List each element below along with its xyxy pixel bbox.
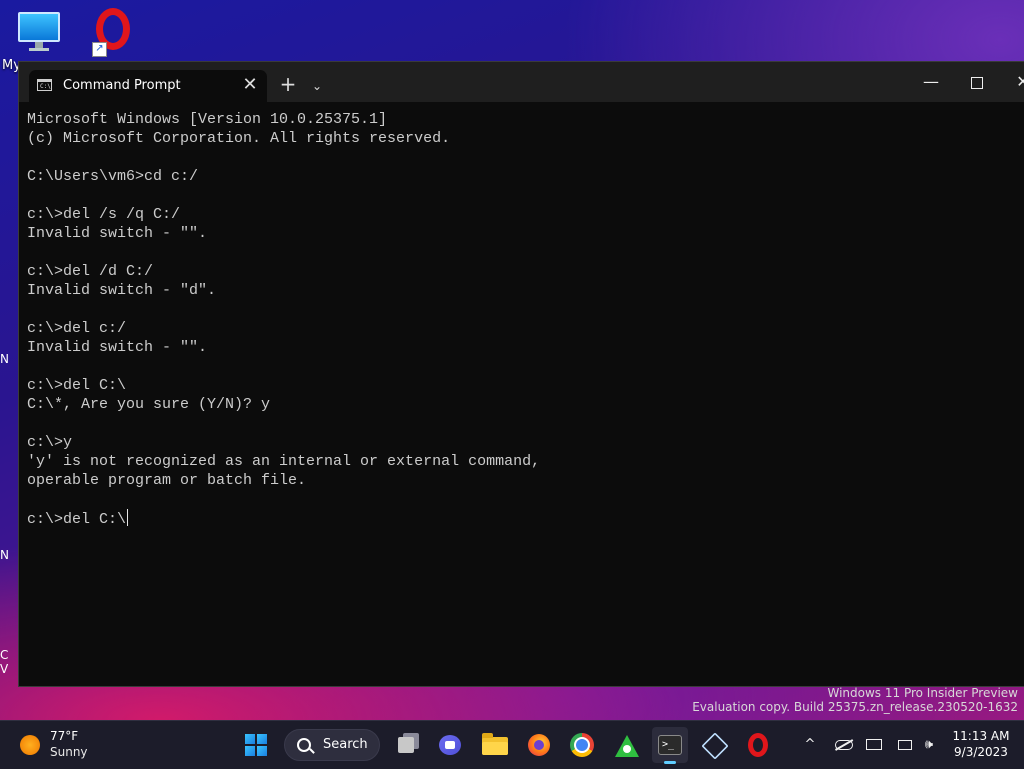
text-cursor (127, 509, 129, 526)
opera-icon (748, 733, 768, 757)
evaluation-watermark: Windows 11 Pro Insider Preview Evaluatio… (692, 686, 1018, 714)
opera-desktop-shortcut[interactable]: ↗ (92, 8, 140, 57)
search-label: Search (323, 737, 368, 752)
taskbar: 77°F Sunny Search >_ ^ 🕪 11:13 AM 9/3/20… (0, 720, 1024, 769)
shortcut-arrow-icon: ↗ (92, 42, 107, 57)
firefox-icon (528, 734, 550, 756)
terminal-window[interactable]: C:\ Command Prompt ✕ + ⌄ — ✕ Microsoft W… (18, 61, 1024, 687)
firefox-button[interactable] (521, 727, 557, 763)
console-line: c:\>del /s /q C:/ (27, 206, 181, 223)
console-output[interactable]: Microsoft Windows [Version 10.0.25375.1]… (27, 110, 1019, 686)
close-window-button[interactable]: ✕ (1001, 68, 1024, 96)
minimize-button[interactable]: — (909, 68, 953, 96)
console-line: Invalid switch - "d". (27, 282, 217, 299)
desktop-icon-label-peek: N (0, 352, 9, 366)
monitor-icon (18, 12, 60, 42)
meet-icon (439, 735, 461, 755)
file-explorer-button[interactable] (477, 727, 513, 763)
console-line: Microsoft Windows [Version 10.0.25375.1] (27, 111, 388, 128)
tab-close-icon[interactable]: ✕ (239, 74, 261, 96)
watermark-line-edition: Windows 11 Pro Insider Preview (827, 686, 1018, 700)
console-line: 'y' is not recognized as an internal or … (27, 453, 541, 470)
virtualbox-button[interactable] (695, 727, 731, 763)
start-button[interactable] (238, 727, 274, 763)
terminal-icon: >_ (658, 735, 682, 755)
tab-title: Command Prompt (63, 78, 181, 93)
meet-button[interactable] (432, 727, 468, 763)
watermark-line-build: Evaluation copy. Build 25375.zn_release.… (692, 700, 1018, 714)
volume-icon[interactable]: 🕪 (918, 727, 940, 763)
console-line: c:\>del C:\ (27, 377, 127, 394)
taskbar-search-button[interactable]: Search (284, 729, 380, 761)
chrome-button[interactable] (564, 727, 600, 763)
keyboard-icon[interactable] (864, 727, 884, 763)
maximize-icon (971, 76, 983, 89)
this-pc-desktop-icon[interactable] (18, 12, 60, 51)
console-line: c:\>del /d C:/ (27, 263, 154, 280)
console-line: c:\>y (27, 434, 73, 451)
onedrive-offline-icon[interactable] (832, 727, 856, 763)
tab-dropdown-chevron-icon[interactable]: ⌄ (307, 76, 327, 96)
console-line: c:\>del c:/ (27, 320, 127, 337)
show-hidden-icons-chevron-icon[interactable]: ^ (800, 727, 820, 763)
terminal-button[interactable]: >_ (652, 727, 688, 764)
sun-icon (20, 735, 40, 755)
chrome-icon (570, 733, 594, 757)
console-line: C:\Users\vm6>cd c:/ (27, 168, 199, 185)
taskbar-clock[interactable]: 11:13 AM 9/3/2023 (950, 728, 1012, 760)
console-line: C:\*, Are you sure (Y/N)? y (27, 396, 271, 413)
console-line: operable program or batch file. (27, 472, 307, 489)
command-prompt-icon: C:\ (37, 79, 52, 91)
desktop-icon-label-peek: N (0, 548, 9, 562)
new-tab-button[interactable]: + (277, 74, 299, 96)
windows-logo-icon (245, 734, 267, 756)
folder-icon (482, 733, 508, 755)
console-line: (c) Microsoft Corporation. All rights re… (27, 130, 451, 147)
desktop-icon-label-peek: V (0, 662, 9, 676)
clock-date: 9/3/2023 (954, 745, 1008, 759)
task-view-button[interactable] (390, 727, 426, 763)
tab-command-prompt[interactable]: C:\ Command Prompt ✕ (29, 70, 267, 102)
title-bar[interactable]: C:\ Command Prompt ✕ + ⌄ — ✕ (19, 62, 1024, 102)
console-line: c:\>del C:\ (27, 509, 129, 528)
network-icon[interactable] (894, 727, 916, 763)
green-app-button[interactable] (609, 727, 645, 763)
search-icon (297, 738, 311, 752)
console-line: Invalid switch - "". (27, 225, 208, 242)
desktop-icon-label-peek: C (0, 648, 9, 662)
weather-condition: Sunny (50, 745, 88, 759)
console-line: Invalid switch - "". (27, 339, 208, 356)
clock-time: 11:13 AM (952, 729, 1010, 743)
opera-button[interactable] (740, 727, 776, 763)
virtualbox-icon (701, 732, 729, 760)
maximize-button[interactable] (955, 68, 999, 96)
weather-temperature: 77°F (50, 729, 79, 743)
task-view-icon (398, 737, 414, 753)
